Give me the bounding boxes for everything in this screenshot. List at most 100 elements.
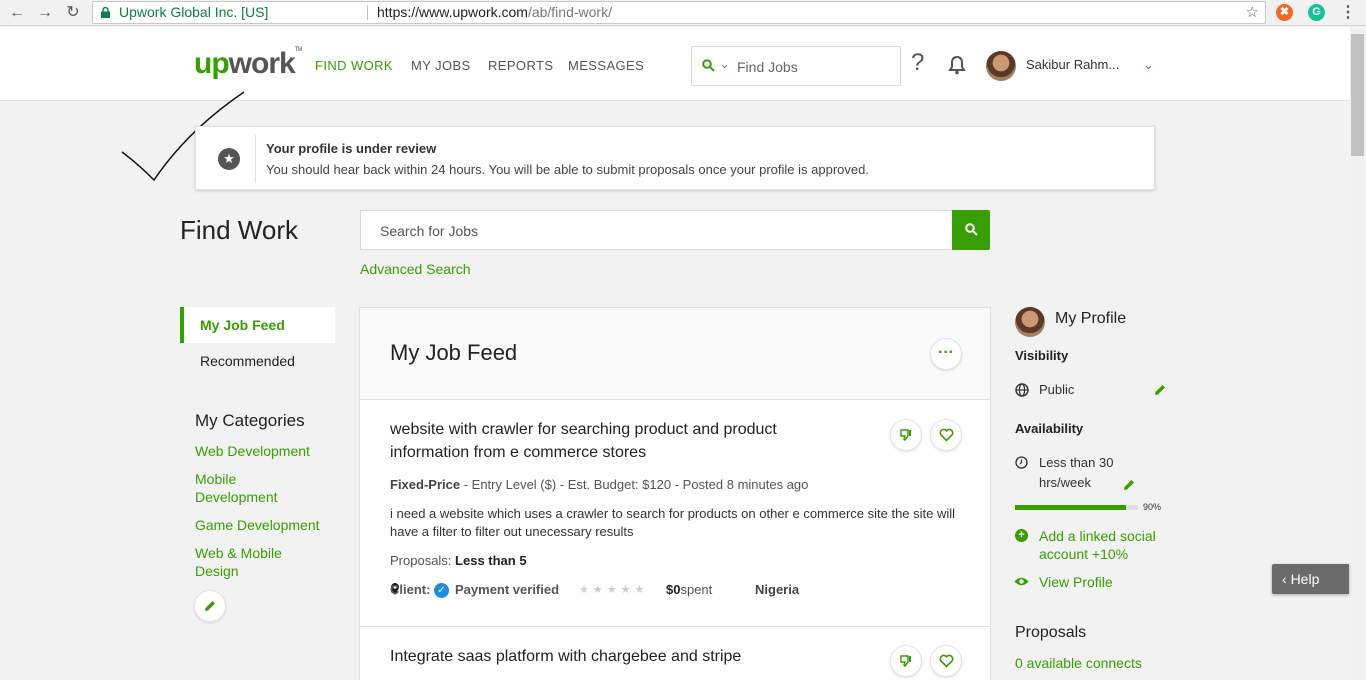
job-feed-panel: My Job Feed ··· website with crawler for… [359,307,991,680]
plus-circle-icon: + [1015,529,1028,542]
lock-icon [101,7,110,18]
search-icon [702,59,715,72]
available-connects-link[interactable]: 0 available connects [1015,655,1142,671]
save-job-button[interactable] [930,645,962,677]
profile-completeness-percent: 90% [1143,502,1162,512]
nav-reports[interactable]: REPORTS [488,58,553,73]
back-arrow-icon[interactable]: ← [6,2,28,24]
sidebar-item-recommended[interactable]: Recommended [180,343,335,379]
header-search[interactable]: ⌄ Find Jobs [691,46,901,86]
category-game-development[interactable]: Game Development [195,516,340,534]
search-button[interactable] [952,210,990,250]
save-job-button[interactable] [930,419,962,451]
visibility-label: Visibility [1015,348,1069,363]
job-card[interactable]: website with crawler for searching produ… [360,400,990,626]
spent-label: spent [680,582,713,597]
address-bar[interactable]: Upwork Global Inc. [US] https://www.upwo… [92,1,1266,24]
availability-label: Availability [1015,421,1084,436]
user-avatar[interactable] [986,51,1016,81]
chevron-down-icon[interactable]: ⌄ [1143,57,1154,73]
forward-arrow-icon[interactable]: → [34,2,56,24]
proposals-title: Proposals [1015,624,1087,641]
client-location: Nigeria [755,582,800,597]
thumbs-down-icon [900,429,911,442]
dislike-job-button[interactable] [890,645,922,677]
feed-options-button[interactable]: ··· [930,338,962,370]
edit-categories-button[interactable] [194,590,226,622]
verified-check-icon: ✓ [434,583,449,598]
profile-avatar[interactable] [1015,307,1045,337]
help-button[interactable]: ‹ Help [1272,564,1349,594]
reload-icon[interactable]: ↻ [62,2,84,24]
job-search-input[interactable]: Search for Jobs [360,210,952,250]
job-title[interactable]: Integrate saas platform with chargebee a… [390,645,890,668]
globe-icon [1015,383,1029,397]
job-title[interactable]: website with crawler for searching produ… [390,418,810,464]
payment-verified: Payment verified [455,582,560,597]
search-icon [964,223,978,236]
logo-work: work [228,47,296,80]
chevron-left-icon: ‹ [1282,571,1287,587]
dislike-job-button[interactable] [890,419,922,451]
edit-availability-pencil-icon[interactable] [1122,478,1136,492]
page-scrollbar[interactable] [1350,27,1366,680]
bell-icon[interactable] [947,55,967,75]
notice-message: You should hear back within 24 hours. Yo… [266,162,869,177]
job-card[interactable]: Integrate saas platform with chargebee a… [360,627,990,680]
job-type: Fixed-Price [390,477,461,492]
profile-completeness-fill [1015,505,1126,510]
thumbs-down-icon [900,655,911,668]
job-description: i need a website which uses a crawler to… [390,506,956,539]
scrollbar-thumb[interactable] [1351,34,1364,156]
job-meta-details: - Entry Level ($) - Est. Budget: $120 - … [463,477,809,492]
add-social-account-link[interactable]: Add a linked social account +10% [1039,527,1179,563]
user-name[interactable]: Sakibur Rahm... [1026,57,1119,72]
upwork-logo[interactable]: upworkTM [194,47,303,81]
chevron-down-icon[interactable]: ⌄ [720,58,729,71]
job-feed-header: My Job Feed ··· [360,308,990,400]
extension-icon[interactable]: ✖ [1276,4,1293,21]
category-mobile-development[interactable]: Mobile Development [195,470,295,506]
site-identity: Upwork Global Inc. [US] [119,4,269,20]
availability-value: Less than 30 hrs/week [1039,455,1114,490]
client-label: Client: [390,582,431,597]
category-web-development[interactable]: Web Development [195,442,340,460]
help-question-icon[interactable]: ? [911,49,924,77]
bookmark-star-icon[interactable]: ☆ [1246,2,1259,23]
client-info: Client: ✓ Payment verified ★★★★★ $0 spen… [390,582,950,602]
star-icon: ★ [218,148,240,170]
nav-my-jobs[interactable]: MY JOBS [411,58,471,73]
client-spent: $0 spent [666,582,712,597]
proposals-label: Proposals: [390,553,452,568]
job-feed-title: My Job Feed [390,340,518,365]
spent-amount: $0 [666,582,681,597]
notice-title: Your profile is under review [266,141,437,156]
nav-messages[interactable]: MESSAGES [568,58,644,73]
pencil-icon [205,601,215,611]
category-web-mobile-design[interactable]: Web & Mobile Design [195,544,295,580]
job-search-placeholder: Search for Jobs [380,223,479,239]
browser-toolbar: ← → ↻ Upwork Global Inc. [US] https://ww… [0,0,1366,26]
logo-up: up [194,47,230,80]
heart-icon [939,428,953,442]
header-search-placeholder: Find Jobs [737,59,798,75]
browser-menu-icon[interactable]: ⋮ [1340,2,1356,22]
sidebar-item-my-job-feed[interactable]: My Job Feed [180,307,335,343]
profile-review-notice: ★ Your profile is under review You shoul… [195,126,1155,190]
job-proposals: Proposals: Less than 5 [390,553,527,568]
categories-title: My Categories [195,411,305,430]
view-profile-link[interactable]: View Profile [1039,573,1113,591]
advanced-search-link[interactable]: Advanced Search [360,261,471,277]
profile-completeness-bar [1015,505,1138,510]
rating-stars-icon: ★★★★★ [579,584,649,596]
notice-divider [255,135,256,183]
visibility-value: Public [1039,382,1075,397]
job-meta: Fixed-Price - Entry Level ($) - Est. Bud… [390,477,808,492]
proposals-value: Less than 5 [455,553,527,568]
url-path: /ab/find-work/ [527,4,612,20]
edit-visibility-pencil-icon[interactable] [1153,383,1167,397]
clock-icon [1015,456,1028,469]
nav-find-work[interactable]: FIND WORK [315,58,393,73]
grammarly-icon[interactable]: G [1308,4,1325,21]
logo-tm: TM [294,47,303,53]
